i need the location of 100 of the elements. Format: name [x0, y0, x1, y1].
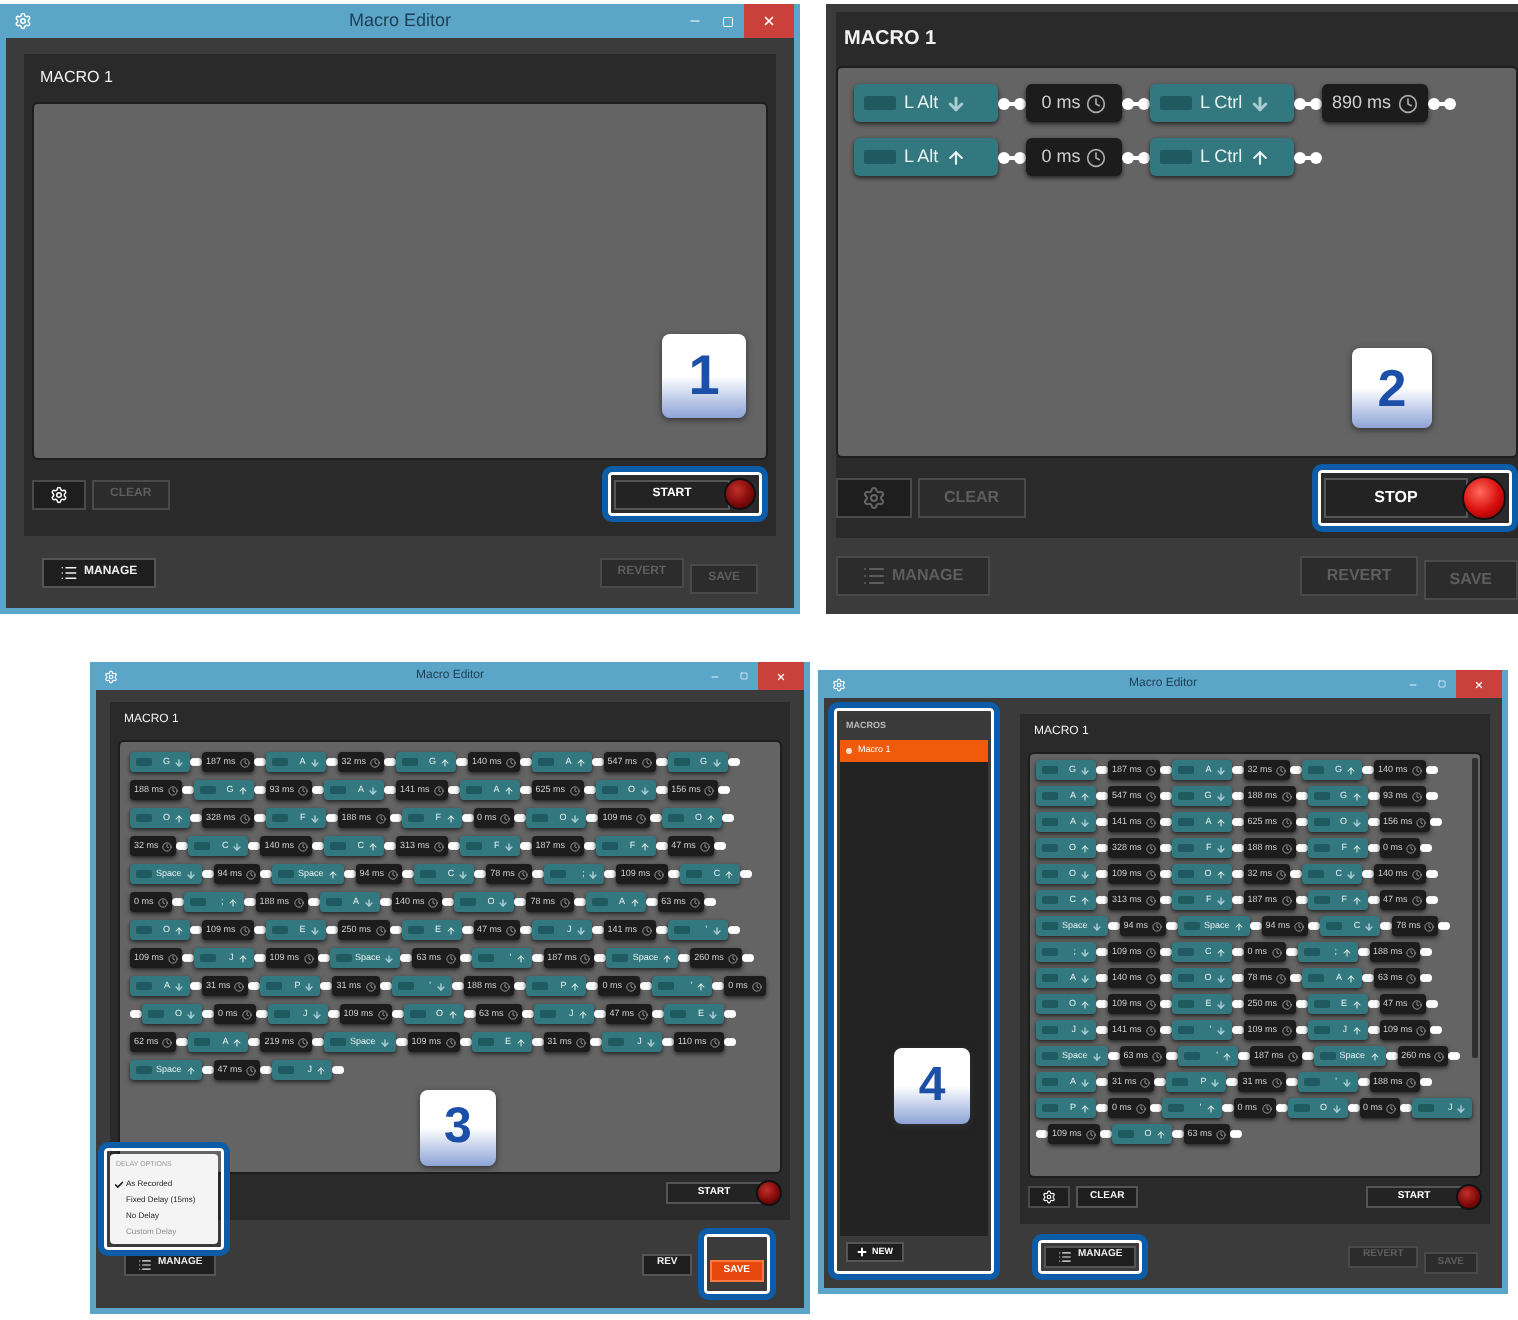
- connector-icon: [1036, 1130, 1048, 1138]
- connector-icon: [253, 926, 266, 934]
- settings-button[interactable]: [32, 479, 86, 509]
- connector-icon: [402, 870, 415, 878]
- settings-button[interactable]: [1028, 1186, 1070, 1208]
- settings-icon: [862, 486, 886, 510]
- key-step[interactable]: L Alt: [854, 84, 998, 122]
- connector-icon: [1231, 1026, 1244, 1034]
- connector-icon: [400, 954, 413, 962]
- connector-icon: [531, 954, 544, 962]
- close-button[interactable]: [758, 662, 804, 690]
- keyboard-icon: [1160, 96, 1192, 110]
- clock-icon: [751, 981, 762, 991]
- clock-icon: [1411, 999, 1422, 1009]
- clock-icon: [689, 897, 700, 907]
- clock-icon: [445, 1037, 456, 1047]
- connector-icon: [998, 97, 1026, 109]
- connector-icon: [713, 842, 726, 850]
- clock-icon: [298, 785, 309, 795]
- clock-icon: [1281, 791, 1292, 801]
- connector-icon: [176, 1038, 189, 1046]
- delay-label: 890 ms: [1332, 89, 1392, 116]
- connector-icon: [171, 898, 184, 906]
- clock-icon: [239, 757, 250, 767]
- step-number-badge: 2: [1352, 348, 1432, 428]
- connector-icon: [740, 870, 753, 878]
- clock-icon: [500, 813, 511, 823]
- connector-icon: [1231, 870, 1244, 878]
- connector-icon: [1438, 922, 1451, 930]
- clock-icon: [293, 897, 304, 907]
- connector-icon: [1420, 948, 1433, 956]
- connector-icon: [514, 814, 527, 822]
- key-step[interactable]: L Ctrl: [1150, 138, 1294, 176]
- connector-icon: [379, 982, 392, 990]
- keyboard-icon: [864, 96, 896, 110]
- connector-icon: [1285, 948, 1298, 956]
- maximize-icon: [722, 15, 734, 27]
- delay-step[interactable]: 0 ms: [1026, 138, 1122, 176]
- list-icon: [60, 563, 78, 581]
- connector-icon: [1249, 922, 1262, 930]
- connector-icon: [312, 842, 325, 850]
- clock-icon: [377, 1009, 388, 1019]
- connector-icon: [1231, 844, 1244, 852]
- connector-icon: [521, 1010, 534, 1018]
- connector-icon: [1347, 1104, 1360, 1112]
- connector-icon: [1295, 844, 1308, 852]
- clock-icon: [1276, 765, 1287, 775]
- connector-icon: [181, 954, 194, 962]
- connector-icon: [1425, 792, 1438, 800]
- connector-icon: [1166, 1052, 1179, 1060]
- clock-icon: [162, 1037, 173, 1047]
- connector-icon: [248, 982, 261, 990]
- close-button[interactable]: [1456, 670, 1502, 698]
- app-icon: [14, 12, 32, 30]
- settings-icon: [50, 485, 68, 503]
- clock-icon: [569, 785, 580, 795]
- delay-step[interactable]: 890 ms: [1322, 84, 1428, 122]
- connector-icon: [591, 758, 604, 766]
- clock-icon: [1406, 973, 1417, 983]
- window-title: Macro Editor: [348, 7, 452, 34]
- key-step[interactable]: L Alt: [854, 138, 998, 176]
- connector-icon: [190, 982, 202, 990]
- clock-icon: [1145, 843, 1156, 853]
- clock-icon: [1276, 869, 1287, 879]
- clock-icon: [699, 841, 710, 851]
- connector-icon: [451, 982, 464, 990]
- connector-icon: [456, 758, 469, 766]
- connector-icon: [1231, 792, 1244, 800]
- connector-icon: [652, 1010, 665, 1018]
- connector-icon: [1357, 948, 1370, 956]
- delay-step[interactable]: 0 ms: [1026, 84, 1122, 122]
- connector-icon: [459, 1038, 472, 1046]
- connector-icon: [1154, 1078, 1167, 1086]
- clock-icon: [727, 953, 738, 963]
- clock-icon: [234, 981, 245, 991]
- connector-icon: [1362, 974, 1375, 982]
- connector-icon: [1221, 1104, 1234, 1112]
- step-number-badge: 4: [894, 1048, 970, 1124]
- clock-icon: [375, 813, 386, 823]
- connector-icon: [655, 842, 668, 850]
- connector-icon: [1107, 1052, 1120, 1060]
- clock-icon: [1145, 999, 1156, 1009]
- scrollbar[interactable]: [1472, 758, 1478, 1058]
- clock-icon: [375, 925, 386, 935]
- connector-icon: [1425, 1000, 1438, 1008]
- record-button[interactable]: STOP: [1324, 478, 1468, 518]
- clock-icon: [1145, 973, 1156, 983]
- key-step[interactable]: L Ctrl: [1150, 84, 1294, 122]
- key-label: L Alt: [904, 89, 939, 116]
- close-icon: [762, 14, 776, 28]
- key-label: L Alt: [904, 143, 939, 170]
- app-icon: [832, 677, 846, 691]
- clock-icon: [370, 757, 381, 767]
- macro-title: MACRO 1: [38, 66, 115, 90]
- clock-icon: [1145, 791, 1156, 801]
- connector-icon: [1420, 844, 1433, 852]
- close-button[interactable]: [744, 4, 794, 38]
- clock-icon: [1434, 1051, 1445, 1061]
- clock-icon: [1086, 93, 1107, 113]
- connector-icon: [1096, 974, 1108, 982]
